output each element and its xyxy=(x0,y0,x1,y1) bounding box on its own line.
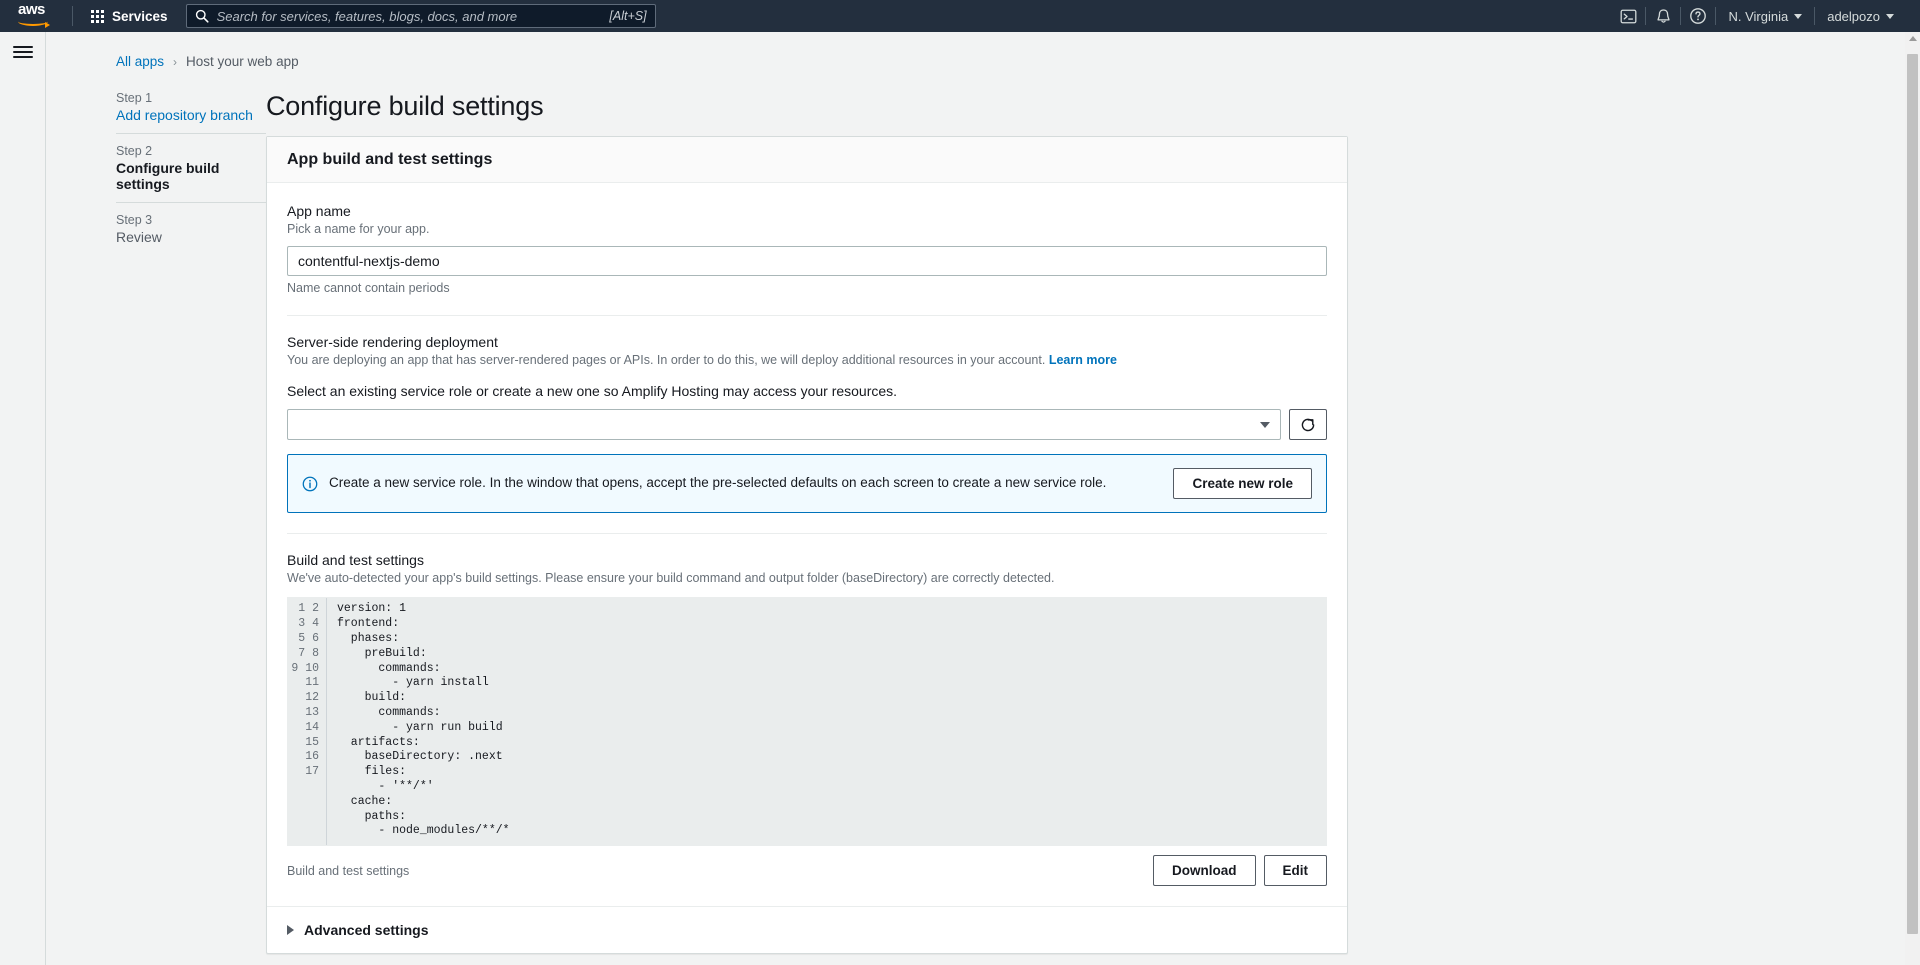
advanced-settings-toggle[interactable]: Advanced settings xyxy=(267,906,1347,953)
nav-divider xyxy=(72,6,73,26)
content-scroll-region: All apps › Host your web app Step 1 Add … xyxy=(46,32,1920,965)
global-search-box[interactable]: [Alt+S] xyxy=(185,4,656,28)
card-header: App build and test settings xyxy=(267,137,1347,183)
step-2-label: Configure build settings xyxy=(116,160,220,192)
triangle-right-icon xyxy=(287,925,294,936)
edit-button[interactable]: Edit xyxy=(1263,855,1327,887)
account-label: adelpozo xyxy=(1827,8,1880,24)
app-name-hint: Name cannot contain periods xyxy=(287,281,450,296)
aws-logo-smile xyxy=(18,17,50,28)
step-3-number: Step 3 xyxy=(116,213,153,227)
build-settings-label: Build and test settings xyxy=(287,552,424,569)
app-name-input[interactable] xyxy=(287,246,1327,277)
card-title: App build and test settings xyxy=(287,151,493,168)
page-body: All apps › Host your web app Step 1 Add … xyxy=(0,32,1920,965)
search-shortcut-hint: [Alt+S] xyxy=(609,9,647,23)
search-input[interactable] xyxy=(216,8,602,24)
question-circle-icon xyxy=(1690,8,1707,24)
grid-icon xyxy=(91,9,104,23)
app-name-field-group: App name Pick a name for your app. Name … xyxy=(287,203,1327,295)
services-label: Services xyxy=(112,8,168,24)
editor-footer-label: Build and test settings xyxy=(287,863,410,878)
service-role-select[interactable] xyxy=(287,409,1281,441)
section-divider xyxy=(287,533,1327,535)
create-new-role-button[interactable]: Create new role xyxy=(1173,468,1312,500)
page-title: Configure build settings xyxy=(266,91,544,121)
build-test-settings-section: Build and test settings We've auto-detec… xyxy=(287,552,1327,887)
bell-icon xyxy=(1657,8,1670,23)
wizard-step-2: Step 2 Configure build settings xyxy=(116,144,266,192)
service-role-prompt: Select an existing service role or creat… xyxy=(287,383,898,400)
services-menu-button[interactable]: Services xyxy=(85,4,174,29)
card-body: App name Pick a name for your app. Name … xyxy=(267,183,1347,906)
ssr-description-text: You are deploying an app that has server… xyxy=(287,353,1046,368)
download-button[interactable]: Download xyxy=(1153,855,1256,887)
vertical-scrollbar[interactable] xyxy=(1905,32,1920,965)
menu-toggle-button[interactable] xyxy=(12,46,33,58)
step-1-label[interactable]: Add repository branch xyxy=(116,107,266,123)
section-divider xyxy=(287,315,1327,317)
service-role-row xyxy=(287,409,1327,441)
account-menu[interactable]: adelpozo xyxy=(1815,3,1906,30)
step-2-number: Step 2 xyxy=(116,144,153,158)
main-content: Configure build settings App build and t… xyxy=(266,91,1348,965)
search-icon xyxy=(195,9,209,23)
region-selector[interactable]: N. Virginia xyxy=(1716,3,1814,30)
ssr-label: Server-side rendering deployment xyxy=(287,334,498,351)
editor-actions: Download Edit xyxy=(1153,855,1327,887)
ssr-learn-more-link[interactable]: Learn more xyxy=(1049,353,1117,367)
refresh-roles-button[interactable] xyxy=(1289,409,1327,441)
ssr-description: You are deploying an app that has server… xyxy=(287,351,1327,369)
build-settings-description: We've auto-detected your app's build set… xyxy=(287,571,1055,586)
two-column-layout: Step 1 Add repository branch Step 2 Conf… xyxy=(46,91,1920,965)
left-rail xyxy=(0,32,46,965)
editor-code-content: version: 1 frontend: phases: preBuild: c… xyxy=(326,598,1326,846)
breadcrumb-all-apps[interactable]: All apps xyxy=(116,54,164,69)
terminal-icon xyxy=(1620,9,1637,23)
step-1-number: Step 1 xyxy=(116,91,153,105)
advanced-settings-label: Advanced settings xyxy=(304,922,429,939)
build-settings-card: App build and test settings App name Pic… xyxy=(266,136,1348,955)
ssr-section: Server-side rendering deployment You are… xyxy=(287,334,1327,514)
chevron-down-icon xyxy=(1886,13,1894,19)
chevron-down-icon xyxy=(1794,13,1803,19)
step-divider xyxy=(116,133,266,134)
step-3-label: Review xyxy=(116,229,162,245)
step-divider xyxy=(116,202,266,203)
breadcrumb-current: Host your web app xyxy=(186,54,299,69)
alert-message: Create a new service role. In the window… xyxy=(329,475,1107,491)
breadcrumb-separator-icon: › xyxy=(173,54,178,69)
nav-right-cluster: N. Virginia adelpozo xyxy=(1611,0,1920,32)
buildspec-editor: 1 2 3 4 5 6 7 8 9 10 11 12 13 14 15 16 1… xyxy=(287,597,1327,847)
help-button[interactable] xyxy=(1681,0,1715,32)
content-column: All apps › Host your web app Step 1 Add … xyxy=(46,32,1920,965)
scroll-up-arrow-icon[interactable] xyxy=(1908,36,1917,41)
top-navigation-bar: aws Services [Alt+S] xyxy=(0,0,1920,32)
editor-footer: Build and test settings Download Edit xyxy=(287,855,1327,887)
editor-line-numbers: 1 2 3 4 5 6 7 8 9 10 11 12 13 14 15 16 1… xyxy=(288,598,326,846)
aws-logo[interactable]: aws xyxy=(14,1,56,29)
app-name-description: Pick a name for your app. xyxy=(287,222,430,236)
region-label: N. Virginia xyxy=(1728,8,1789,24)
info-circle-icon xyxy=(302,476,318,492)
create-role-info-alert: Create a new service role. In the window… xyxy=(287,454,1327,514)
cloudshell-button[interactable] xyxy=(1611,0,1645,32)
wizard-steps-nav: Step 1 Add repository branch Step 2 Conf… xyxy=(46,91,266,965)
wizard-step-3: Step 3 Review xyxy=(116,213,266,245)
aws-logo-text: aws xyxy=(18,1,45,18)
refresh-icon xyxy=(1301,418,1315,431)
breadcrumb: All apps › Host your web app xyxy=(116,54,1920,69)
wizard-step-1[interactable]: Step 1 Add repository branch xyxy=(116,91,266,123)
scrollbar-thumb[interactable] xyxy=(1907,54,1918,934)
chevron-down-icon xyxy=(1260,421,1270,428)
app-name-label: App name xyxy=(287,203,351,219)
notifications-button[interactable] xyxy=(1646,0,1680,32)
